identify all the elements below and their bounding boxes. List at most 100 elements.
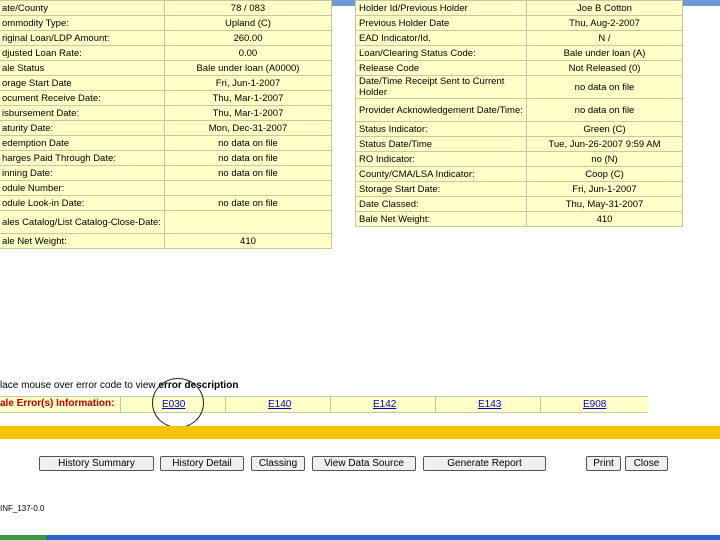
- error-cell: E908: [540, 397, 648, 412]
- error-info-label: ale Error(s) Information:: [0, 398, 115, 409]
- row-value: Bale under loan (A0000): [163, 60, 333, 76]
- start-button[interactable]: [0, 535, 46, 540]
- error-info-bar: ale Error(s) Information: E030 E140 E142…: [0, 396, 648, 413]
- table-row: EAD Indicator/Id. N /: [355, 30, 683, 46]
- print-button[interactable]: Print: [586, 456, 621, 471]
- row-label: Status Indicator:: [355, 121, 527, 137]
- row-value: Fri, Jun-1-2007: [163, 75, 333, 91]
- row-label: Release Code: [355, 60, 527, 76]
- row-label: odule Look-in Date:: [0, 195, 165, 211]
- row-label: Bale Net Weight:: [355, 211, 527, 227]
- table-row: odule Look-in Date: no date on file: [0, 195, 333, 211]
- table-row: ocument Receive Date: Thu, Mar-1-2007: [0, 90, 333, 106]
- table-row: orage Start Date Fri, Jun-1-2007: [0, 75, 333, 91]
- row-value: no data on file: [163, 150, 333, 166]
- highlight-circle: [152, 378, 204, 428]
- table-row: ommodity Type: Upland (C): [0, 15, 333, 31]
- table-row: inning Date: no data on file: [0, 165, 333, 181]
- row-label: Previous Holder Date: [355, 15, 527, 31]
- row-label: isbursement Date:: [0, 105, 165, 121]
- row-label: EAD Indicator/Id.: [355, 30, 527, 46]
- row-value: N /: [526, 30, 683, 46]
- row-value: 0.00: [163, 45, 333, 61]
- row-label: odule Number:: [0, 180, 165, 196]
- row-label: djusted Loan Rate:: [0, 45, 165, 61]
- table-row: aturity Date: Mon, Dec-31-2007: [0, 120, 333, 136]
- table-row: ate/County 78 / 083: [0, 0, 333, 16]
- row-value: [163, 180, 333, 196]
- row-value: 78 / 083: [163, 0, 333, 16]
- error-code-link[interactable]: E908: [583, 399, 606, 410]
- row-label: Loan/Clearing Status Code:: [355, 45, 527, 61]
- row-label: orage Start Date: [0, 75, 165, 91]
- close-button[interactable]: Close: [625, 456, 668, 471]
- row-label: Date/Time Receipt Sent to Current Holder: [355, 75, 527, 99]
- row-value: Not Released (0): [526, 60, 683, 76]
- row-label: Status Date/Time: [355, 136, 527, 152]
- row-value: Mon, Dec-31-2007: [163, 120, 333, 136]
- row-label: ale Net Weight:: [0, 233, 165, 249]
- left-table-body: ate/County 78 / 083 ommodity Type: Upland (…: [0, 0, 333, 249]
- row-label: Date Classed:: [355, 196, 527, 212]
- row-value: no date on file: [163, 195, 333, 211]
- table-row: RO Indicator: no (N): [355, 151, 683, 167]
- error-code-link[interactable]: E142: [373, 399, 396, 410]
- row-value: no data on file: [163, 135, 333, 151]
- row-label: edemption Date: [0, 135, 165, 151]
- table-row: ales Catalog/List Catalog-Close-Date:: [0, 210, 333, 234]
- screen-id-footer: INF_137-0.0: [0, 504, 45, 513]
- view-data-source-button[interactable]: View Data Source: [312, 456, 416, 471]
- row-value: Coop (C): [526, 166, 683, 182]
- table-row: ale Status Bale under loan (A0000): [0, 60, 333, 76]
- row-value: Upland (C): [163, 15, 333, 31]
- right-table-body: Holder Id/Previous Holder Joe B Cotton Pre…: [355, 0, 683, 227]
- row-label: inning Date:: [0, 165, 165, 181]
- row-value: Fri, Jun-1-2007: [526, 181, 683, 197]
- row-value: 260.00: [163, 30, 333, 46]
- generate-report-button[interactable]: Generate Report: [423, 456, 546, 471]
- bale-info-right-table: Holder Id/Previous Holder Joe B Cotton Pre…: [355, 0, 683, 227]
- error-cell: E142: [330, 397, 436, 412]
- table-row: harges Paid Through Date: no data on file: [0, 150, 333, 166]
- table-row: Holder Id/Previous Holder Joe B Cotton: [355, 0, 683, 16]
- table-row: ale Net Weight: 410: [0, 233, 333, 249]
- table-row: Status Indicator: Green (C): [355, 121, 683, 137]
- error-code-link[interactable]: E143: [478, 399, 501, 410]
- row-value: no data on file: [163, 165, 333, 181]
- row-value: Joe B Cotton: [526, 0, 683, 16]
- classing-button[interactable]: Classing: [251, 456, 305, 471]
- table-row: djusted Loan Rate: 0.00: [0, 45, 333, 61]
- row-label: riginal Loan/LDP Amount:: [0, 30, 165, 46]
- row-label: ocument Receive Date:: [0, 90, 165, 106]
- row-value: Thu, Mar-1-2007: [163, 90, 333, 106]
- row-value: no data on file: [526, 75, 683, 99]
- row-value: 410: [526, 211, 683, 227]
- row-value: 410: [163, 233, 333, 249]
- history-detail-button[interactable]: History Detail: [160, 456, 244, 471]
- table-row: Provider Acknowledgement Date/Time: no da…: [355, 98, 683, 122]
- table-row: odule Number:: [0, 180, 333, 196]
- table-row: Date Classed: Thu, May-31-2007: [355, 196, 683, 212]
- row-label: Provider Acknowledgement Date/Time:: [355, 98, 527, 122]
- row-label: RO Indicator:: [355, 151, 527, 167]
- row-value: Green (C): [526, 121, 683, 137]
- error-hint-text: lace mouse over error code to view error…: [0, 380, 238, 391]
- table-row: edemption Date no data on file: [0, 135, 333, 151]
- row-value: no data on file: [526, 98, 683, 122]
- row-value: Thu, Mar-1-2007: [163, 105, 333, 121]
- table-row: isbursement Date: Thu, Mar-1-2007: [0, 105, 333, 121]
- table-row: Bale Net Weight: 410: [355, 211, 683, 227]
- table-row: riginal Loan/LDP Amount: 260.00: [0, 30, 333, 46]
- table-row: Status Date/Time Tue, Jun-26-2007 9:59 AM: [355, 136, 683, 152]
- table-row: Date/Time Receipt Sent to Current Holder…: [355, 75, 683, 99]
- hint-prefix: lace mouse over error code to view: [0, 380, 159, 391]
- error-code-link[interactable]: E140: [268, 399, 291, 410]
- row-label: County/CMA/LSA Indicator:: [355, 166, 527, 182]
- taskbar: [0, 535, 720, 540]
- table-row: Release Code Not Released (0): [355, 60, 683, 76]
- row-label: ommodity Type:: [0, 15, 165, 31]
- row-value: Bale under loan (A): [526, 45, 683, 61]
- history-summary-button[interactable]: History Summary: [39, 456, 154, 471]
- table-row: Loan/Clearing Status Code: Bale under loa…: [355, 45, 683, 61]
- error-cell: E140: [225, 397, 331, 412]
